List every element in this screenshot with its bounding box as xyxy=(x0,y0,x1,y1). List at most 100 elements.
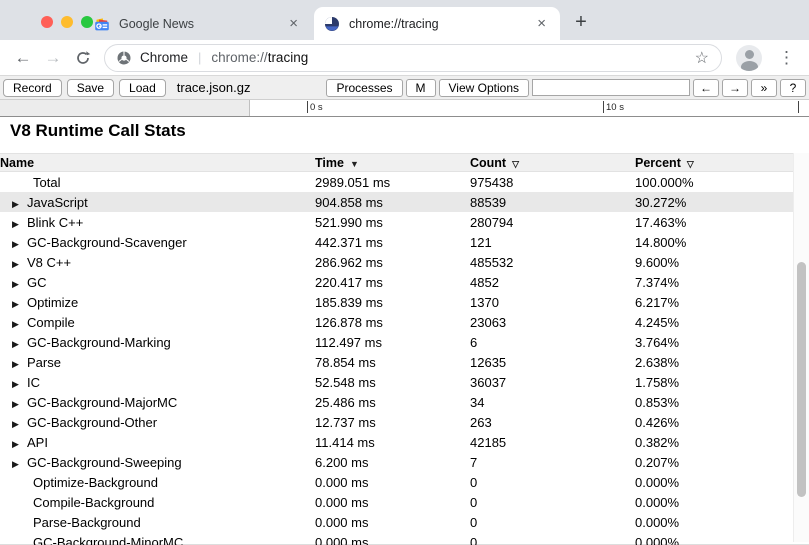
column-header[interactable]: Percent▽ xyxy=(635,156,793,170)
table-row[interactable]: ▶IC 52.548 ms 36037 1.758% xyxy=(0,372,793,392)
row-name-cell: ▶GC-Background-MinorMC xyxy=(0,535,315,545)
table-row[interactable]: ▶Optimize 185.839 ms 1370 6.217% xyxy=(0,292,793,312)
back-icon[interactable]: ← xyxy=(8,43,38,73)
row-time: 185.839 ms xyxy=(315,295,470,310)
load-button[interactable]: Load xyxy=(119,79,166,97)
record-button[interactable]: Record xyxy=(3,79,62,97)
column-header[interactable]: Time ▼ xyxy=(315,156,470,170)
row-percent: 14.800% xyxy=(635,235,793,250)
sort-arrow-icon[interactable]: ▽ xyxy=(687,159,694,169)
row-name-cell: ▶Optimize-Background xyxy=(0,475,315,490)
table-row[interactable]: ▶GC-Background-Scavenger 442.371 ms 121 … xyxy=(0,232,793,252)
expand-arrow-icon[interactable]: ▶ xyxy=(12,379,27,390)
table-row[interactable]: ▶GC-Background-Other 12.737 ms 263 0.426… xyxy=(0,412,793,432)
row-time: 2989.051 ms xyxy=(315,175,470,190)
row-name-cell: ▶GC-Background-Sweeping xyxy=(0,455,315,470)
stats-table-body: ▶Total 2989.051 ms 975438 100.000% ▶Java… xyxy=(0,172,793,545)
site-label: Chrome xyxy=(140,50,188,65)
save-button[interactable]: Save xyxy=(67,79,114,97)
row-time: 126.878 ms xyxy=(315,315,470,330)
expand-arrow-icon[interactable]: ▶ xyxy=(12,419,27,430)
expand-arrow-icon[interactable]: ▶ xyxy=(12,199,27,210)
table-row[interactable]: ▶GC-Background-Sweeping 6.200 ms 7 0.207… xyxy=(0,452,793,472)
expand-arrow-icon[interactable]: ▶ xyxy=(12,259,27,270)
view-options-button[interactable]: View Options xyxy=(439,79,529,97)
profile-avatar[interactable] xyxy=(736,45,762,71)
row-count: 12635 xyxy=(470,355,635,370)
row-count: 0 xyxy=(470,475,635,490)
table-row[interactable]: ▶Compile 126.878 ms 23063 4.245% xyxy=(0,312,793,332)
row-name-cell: ▶GC-Background-Other xyxy=(0,415,315,430)
table-row[interactable]: ▶V8 C++ 286.962 ms 485532 9.600% xyxy=(0,252,793,272)
browser-window: Google News × chrome://tracing × + ← → xyxy=(0,0,809,545)
bookmark-star-icon[interactable]: ☆ xyxy=(695,48,709,68)
processes-button[interactable]: Processes xyxy=(326,79,402,97)
table-row[interactable]: ▶Blink C++ 521.990 ms 280794 17.463% xyxy=(0,212,793,232)
scrollbar-track[interactable] xyxy=(793,153,809,542)
table-row[interactable]: ▶GC-Background-MajorMC 25.486 ms 34 0.85… xyxy=(0,392,793,412)
row-name: Optimize-Background xyxy=(33,475,158,490)
tab-strip: Google News × chrome://tracing × + xyxy=(0,0,809,40)
column-header[interactable]: Name xyxy=(0,156,315,170)
new-tab-button[interactable]: + xyxy=(568,10,594,36)
table-row[interactable]: ▶GC 220.417 ms 4852 7.374% xyxy=(0,272,793,292)
browser-menu-icon[interactable]: ⋮ xyxy=(772,48,801,68)
row-percent: 100.000% xyxy=(635,175,793,190)
timeline-ruler[interactable]: 0 s 10 s xyxy=(0,100,809,117)
find-prev-button[interactable]: ← xyxy=(693,79,719,97)
column-header[interactable]: Count▽ xyxy=(470,156,635,170)
table-row[interactable]: ▶GC-Background-Marking 112.497 ms 6 3.76… xyxy=(0,332,793,352)
row-name-cell: ▶GC xyxy=(0,275,315,290)
table-row[interactable]: ▶JavaScript 904.858 ms 88539 30.272% xyxy=(0,192,793,212)
close-tab-icon[interactable]: × xyxy=(285,15,302,32)
url-scheme: chrome:// xyxy=(211,50,267,65)
sort-arrow-icon[interactable]: ▼ xyxy=(350,159,359,169)
table-row[interactable]: ▶GC-Background-MinorMC 0.000 ms 0 0.000% xyxy=(0,532,793,545)
minimize-window-button[interactable] xyxy=(61,16,73,28)
tab-google-news[interactable]: Google News × xyxy=(84,7,312,40)
row-time: 12.737 ms xyxy=(315,415,470,430)
row-name-cell: ▶Optimize xyxy=(0,295,315,310)
table-row[interactable]: ▶Parse-Background 0.000 ms 0 0.000% xyxy=(0,512,793,532)
expand-arrow-icon[interactable]: ▶ xyxy=(12,339,27,350)
row-count: 0 xyxy=(470,515,635,530)
close-tab-icon[interactable]: × xyxy=(533,15,550,32)
expand-arrow-icon[interactable]: ▶ xyxy=(12,279,27,290)
row-percent: 4.245% xyxy=(635,315,793,330)
find-next-button[interactable]: → xyxy=(722,79,748,97)
row-time: 78.854 ms xyxy=(315,355,470,370)
sort-arrow-icon[interactable]: ▽ xyxy=(512,159,519,169)
address-bar[interactable]: Chrome | chrome:// tracing ☆ xyxy=(104,44,722,72)
forward-icon[interactable]: → xyxy=(38,43,68,73)
expand-arrow-icon[interactable]: ▶ xyxy=(12,439,27,450)
row-percent: 0.000% xyxy=(635,475,793,490)
expand-arrow-icon[interactable]: ▶ xyxy=(12,399,27,410)
table-row[interactable]: ▶Total 2989.051 ms 975438 100.000% xyxy=(0,172,793,192)
page-title: V8 Runtime Call Stats xyxy=(10,121,186,141)
table-row[interactable]: ▶Parse 78.854 ms 12635 2.638% xyxy=(0,352,793,372)
row-percent: 17.463% xyxy=(635,215,793,230)
row-name: Compile-Background xyxy=(33,495,154,510)
row-name-cell: ▶GC-Background-MajorMC xyxy=(0,395,315,410)
metrics-button[interactable]: M xyxy=(406,79,436,97)
expand-arrow-icon[interactable]: ▶ xyxy=(12,459,27,470)
expand-arrow-icon[interactable]: ▶ xyxy=(12,239,27,250)
expand-arrow-icon[interactable]: ▶ xyxy=(12,219,27,230)
table-row[interactable]: ▶Optimize-Background 0.000 ms 0 0.000% xyxy=(0,472,793,492)
close-window-button[interactable] xyxy=(41,16,53,28)
help-button[interactable]: ? xyxy=(780,79,806,97)
row-percent: 0.382% xyxy=(635,435,793,450)
expand-arrow-icon[interactable]: ▶ xyxy=(12,319,27,330)
column-label: Time xyxy=(315,156,344,170)
reload-icon[interactable] xyxy=(68,43,98,73)
table-row[interactable]: ▶API 11.414 ms 42185 0.382% xyxy=(0,432,793,452)
find-input[interactable] xyxy=(532,79,690,96)
expand-arrow-icon[interactable]: ▶ xyxy=(12,299,27,310)
row-time: 0.000 ms xyxy=(315,495,470,510)
table-row[interactable]: ▶Compile-Background 0.000 ms 0 0.000% xyxy=(0,492,793,512)
scrollbar-thumb[interactable] xyxy=(797,262,806,497)
tab-tracing[interactable]: chrome://tracing × xyxy=(314,7,560,40)
row-time: 52.548 ms xyxy=(315,375,470,390)
expand-arrow-icon[interactable]: ▶ xyxy=(12,359,27,370)
find-last-button[interactable]: » xyxy=(751,79,777,97)
